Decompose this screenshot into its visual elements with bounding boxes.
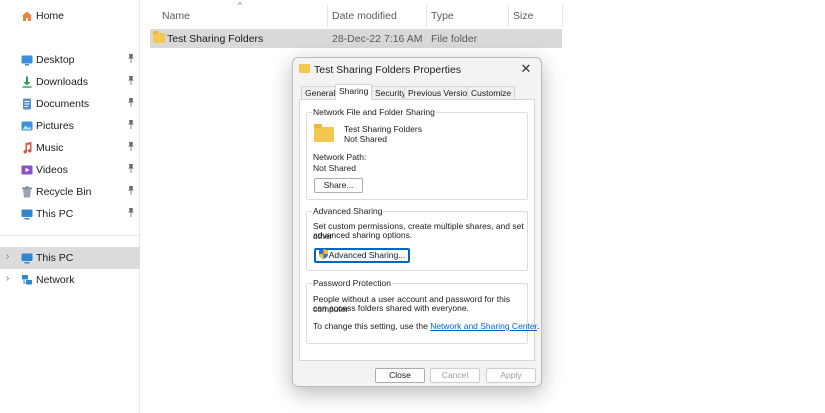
- close-icon[interactable]: ✕: [517, 60, 535, 78]
- advanced-sharing-button[interactable]: Advanced Sharing...: [314, 248, 410, 263]
- sidebar-item-videos[interactable]: Videos: [0, 159, 140, 181]
- this-pc-icon: [21, 209, 33, 220]
- sidebar-item-pictures[interactable]: Pictures: [0, 115, 140, 137]
- column-header-name[interactable]: Name: [162, 10, 190, 22]
- file-row-test-sharing-folders[interactable]: Test Sharing Folders 28-Dec-22 7:16 AM F…: [150, 29, 562, 48]
- sidebar-item-this-pc[interactable]: › This PC: [0, 247, 140, 269]
- network-and-sharing-center-link[interactable]: Network and Sharing Center: [430, 321, 537, 331]
- uac-shield-icon: [318, 249, 328, 259]
- advanced-sharing-group: Advanced Sharing Set custom permissions,…: [306, 206, 528, 271]
- password-protection-group: Password Protection People without a use…: [306, 278, 539, 344]
- change-setting-prefix: To change this setting, use the: [313, 321, 431, 331]
- music-icon: [23, 142, 32, 154]
- apply-button[interactable]: Apply: [486, 368, 536, 383]
- column-header-type[interactable]: Type: [431, 10, 454, 22]
- sidebar-item-label: Pictures: [36, 120, 74, 132]
- network-path-label: Network Path:: [313, 152, 367, 162]
- sidebar-item-label: Videos: [36, 164, 68, 176]
- advanced-sharing-button-label: Advanced Sharing...: [328, 250, 406, 260]
- network-path-value: Not Shared: [313, 163, 356, 173]
- file-date-modified: 28-Dec-22 7:16 AM: [332, 33, 423, 45]
- sidebar-divider: [0, 235, 140, 236]
- sidebar-item-label: Music: [36, 142, 64, 154]
- recycle-bin-icon: [22, 186, 32, 198]
- sidebar-item-home[interactable]: Home: [0, 5, 140, 27]
- home-icon: [22, 11, 32, 21]
- sidebar-item-downloads[interactable]: Downloads: [0, 71, 140, 93]
- sidebar-item-label: Home: [36, 10, 65, 22]
- tab-customize[interactable]: Customize: [467, 86, 516, 99]
- column-divider[interactable]: [327, 5, 328, 27]
- group-title: Advanced Sharing: [312, 206, 384, 216]
- column-header-date-modified[interactable]: Date modified: [332, 10, 397, 22]
- shared-folder-name: Test Sharing Folders: [344, 124, 422, 134]
- share-button[interactable]: Share...: [314, 178, 363, 193]
- folder-icon: [314, 124, 334, 142]
- pin-icon: [127, 142, 135, 153]
- tab-strip: General Sharing Security Previous Versio…: [299, 84, 535, 100]
- pin-icon: [127, 120, 135, 131]
- pictures-icon: [21, 121, 33, 131]
- pin-icon: [127, 186, 135, 197]
- advanced-sharing-description-line2: advanced sharing options.: [313, 230, 413, 240]
- folder-icon: [153, 31, 165, 43]
- desktop-icon: [21, 55, 33, 66]
- tab-sharing[interactable]: Sharing: [335, 84, 373, 100]
- sidebar-item-label: Documents: [36, 98, 90, 110]
- column-divider[interactable]: [426, 5, 427, 27]
- column-divider[interactable]: [508, 5, 509, 27]
- pin-icon: [127, 208, 135, 219]
- sidebar-item-desktop[interactable]: Desktop: [0, 49, 140, 71]
- dialog-title: Test Sharing Folders Properties: [314, 64, 462, 76]
- sidebar-item-label: This PC: [36, 252, 74, 264]
- sidebar-item-label: Recycle Bin: [36, 186, 92, 198]
- pin-icon: [127, 164, 135, 175]
- downloads-icon: [22, 76, 32, 88]
- sidebar-item-music[interactable]: Music: [0, 137, 140, 159]
- this-pc-icon: [21, 253, 33, 264]
- file-name: Test Sharing Folders: [167, 33, 264, 45]
- pin-icon: [127, 76, 135, 87]
- change-setting-suffix: .: [536, 321, 540, 331]
- sidebar-item-label: Desktop: [36, 54, 75, 66]
- sidebar-item-recycle-bin[interactable]: Recycle Bin: [0, 181, 140, 203]
- network-icon: [22, 275, 32, 285]
- chevron-right-icon[interactable]: ›: [6, 251, 9, 262]
- password-protection-description-line2: can access folders shared with everyone.: [313, 303, 469, 313]
- cancel-button[interactable]: Cancel: [430, 368, 480, 383]
- network-sharing-group: Network File and Folder Sharing Test Sha…: [306, 107, 528, 200]
- documents-icon: [23, 98, 31, 110]
- sort-ascending-icon: ^: [238, 1, 242, 10]
- change-setting-text: To change this setting, use the Network …: [313, 321, 539, 331]
- sidebar-item-label: This PC: [36, 208, 74, 220]
- shared-folder-status: Not Shared: [344, 134, 387, 144]
- column-header-size[interactable]: Size: [513, 10, 533, 22]
- sharing-tab-panel: Network File and Folder Sharing Test Sha…: [299, 99, 539, 361]
- pin-icon: [127, 54, 135, 65]
- pin-icon: [127, 98, 135, 109]
- close-button[interactable]: Close: [375, 368, 425, 383]
- sidebar-item-label: Downloads: [36, 76, 88, 88]
- sidebar-item-label: Network: [36, 274, 75, 286]
- group-title: Password Protection: [312, 278, 392, 288]
- navigation-pane: Home Desktop Downloads Documents Picture…: [0, 0, 140, 413]
- properties-dialog: Test Sharing Folders Properties ✕ Genera…: [292, 57, 542, 387]
- sidebar-item-network[interactable]: › Network: [0, 269, 140, 291]
- sidebar-item-this-pc-pinned[interactable]: This PC: [0, 203, 140, 225]
- file-type: File folder: [431, 33, 478, 45]
- sidebar-item-documents[interactable]: Documents: [0, 93, 140, 115]
- folder-icon: [299, 64, 310, 73]
- tab-general[interactable]: General: [301, 86, 340, 99]
- chevron-right-icon[interactable]: ›: [6, 273, 9, 284]
- videos-icon: [21, 165, 33, 175]
- group-title: Network File and Folder Sharing: [312, 107, 436, 117]
- column-divider[interactable]: [562, 5, 563, 27]
